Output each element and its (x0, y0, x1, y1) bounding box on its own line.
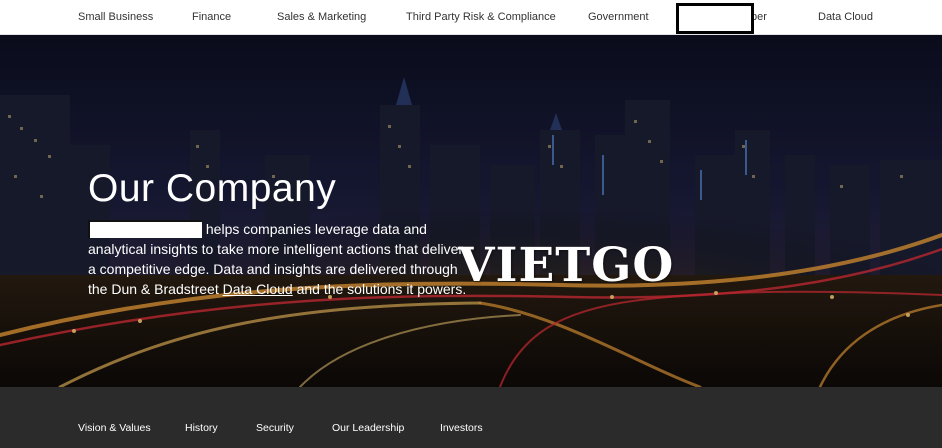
description-line-4: the Dun & Bradstreet Data Cloud and the … (88, 279, 488, 299)
nav-data-cloud[interactable]: Data Cloud (818, 11, 873, 23)
nav-sales-marketing[interactable]: Sales & Marketing (277, 11, 366, 23)
subnav-our-leadership[interactable]: Our Leadership (332, 422, 404, 434)
redaction-box-nav (676, 3, 754, 34)
nav-small-business[interactable]: Small Business (78, 11, 153, 23)
subnav-history[interactable]: History (185, 422, 218, 434)
description-line-1-text: helps companies leverage data and (202, 221, 427, 237)
description-line-2: analytical insights to take more intelli… (88, 241, 464, 257)
page-title: Our Company (88, 167, 337, 210)
description-line-4-text: the Dun & Bradstreet (88, 281, 223, 297)
nav-government[interactable]: Government (588, 11, 649, 23)
nav-third-party-risk[interactable]: Third Party Risk & Compliance (406, 11, 556, 23)
subnav-vision-values[interactable]: Vision & Values (78, 422, 151, 434)
description-line-4-suffix: and the solutions it powers. (292, 281, 467, 297)
nav-finance[interactable]: Finance (192, 11, 231, 23)
watermark-logo: VIETGO (458, 238, 675, 293)
top-nav: Small Business Finance Sales & Marketing… (0, 0, 942, 35)
redaction-box-company-name (88, 220, 202, 238)
subnav-security[interactable]: Security (256, 422, 294, 434)
city-night-skyline-image (0, 35, 942, 387)
subnav-investors[interactable]: Investors (440, 422, 483, 434)
hero-banner: Our Company helps companies leverage dat… (0, 35, 942, 387)
description-line-3: a competitive edge. Data and insights ar… (88, 261, 458, 277)
data-cloud-link[interactable]: Data Cloud (223, 281, 293, 297)
company-description: helps companies leverage data and analyt… (88, 219, 488, 299)
description-line-1: helps companies leverage data and (88, 219, 488, 239)
company-subnav: Vision & Values History Security Our Lea… (0, 387, 942, 448)
